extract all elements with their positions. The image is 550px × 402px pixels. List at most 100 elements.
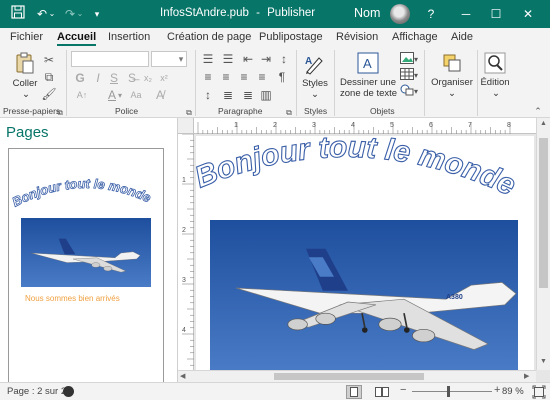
styles-dropdown-icon[interactable]: ⌄ bbox=[305, 89, 325, 100]
scroll-down-icon[interactable]: ▼ bbox=[540, 358, 547, 365]
arrange-button[interactable]: Organiser bbox=[430, 77, 474, 88]
undo-dropdown-icon[interactable]: ⌄ bbox=[48, 5, 56, 23]
scissors-icon[interactable]: ✂ bbox=[41, 53, 57, 67]
vertical-ruler[interactable]: 1 2 3 4 bbox=[178, 133, 194, 370]
draw-textbox-line2[interactable]: zone de texte bbox=[340, 88, 397, 99]
italic-button[interactable]: I bbox=[90, 71, 106, 85]
scroll-left-icon[interactable]: ◀ bbox=[180, 372, 185, 380]
dropdown-icon[interactable]: ▾ bbox=[92, 5, 102, 23]
minimize-button[interactable]: ─ bbox=[458, 5, 474, 23]
save-icon[interactable] bbox=[10, 5, 26, 23]
horizontal-ruler[interactable]: 1 2 3 4 5 6 7 8 bbox=[194, 118, 536, 134]
chevron-down-icon[interactable]: ▾ bbox=[176, 52, 186, 66]
two-page-icon[interactable] bbox=[374, 385, 390, 399]
align-center-icon[interactable]: ≡ bbox=[218, 70, 234, 84]
align-left-icon[interactable]: ≡ bbox=[200, 70, 216, 84]
justify-icon[interactable]: ≡ bbox=[254, 70, 270, 84]
clipboard-icon[interactable] bbox=[13, 51, 37, 75]
decrease-indent-icon[interactable]: ⇤ bbox=[240, 52, 256, 66]
scroll-right-icon[interactable]: ▶ bbox=[524, 372, 529, 380]
arrange-icon[interactable] bbox=[441, 52, 463, 74]
window-title: InfosStAndre.pub - Publisher bbox=[160, 7, 315, 19]
collapse-ribbon-icon[interactable]: ⌃ bbox=[533, 104, 543, 118]
maximize-button[interactable]: ☐ bbox=[488, 5, 504, 23]
page-indicator[interactable]: Page : 2 sur 2 bbox=[7, 386, 66, 397]
draw-textbox-line1[interactable]: Dessiner une bbox=[340, 77, 396, 88]
wordart-heading[interactable]: Bonjour tout le monde bbox=[190, 130, 521, 202]
chevron-down-icon[interactable]: ▾ bbox=[412, 85, 420, 99]
align-right-icon[interactable]: ≡ bbox=[236, 70, 252, 84]
font-grow-icon[interactable]: A↑ bbox=[74, 88, 90, 102]
spacing-after-icon[interactable]: ≣ bbox=[240, 88, 256, 102]
tab-creation-de-page[interactable]: Création de page bbox=[167, 31, 251, 43]
tab-insertion[interactable]: Insertion bbox=[108, 31, 150, 43]
line-spacing-icon[interactable]: ↕ bbox=[200, 88, 216, 102]
arrange-dropdown-icon[interactable]: ⌄ bbox=[442, 88, 462, 99]
tab-affichage[interactable]: Affichage bbox=[392, 31, 438, 43]
zoom-level[interactable]: 89 % bbox=[502, 386, 524, 397]
brush-icon[interactable]: 🖌 bbox=[41, 87, 57, 101]
spacing-before-icon[interactable]: ≣ bbox=[220, 88, 236, 102]
paste-button[interactable]: Coller bbox=[10, 78, 40, 89]
vertical-scrollbar[interactable]: ▲ ▼ bbox=[536, 118, 550, 370]
svg-text:A: A bbox=[363, 56, 372, 71]
user-name[interactable]: Nom bbox=[354, 6, 380, 20]
horizontal-scrollbar[interactable]: ◀ ▶ bbox=[178, 370, 536, 382]
pages-pane: Pages Bonjour tout le monde Nous sommes … bbox=[0, 118, 178, 384]
chevron-down-icon[interactable]: ▾ bbox=[116, 89, 124, 103]
ruler-label: 4 bbox=[182, 327, 186, 334]
zoom-slider-thumb[interactable] bbox=[447, 386, 450, 397]
group-label-objects: Objets bbox=[370, 106, 395, 116]
edit-dropdown-icon[interactable]: ⌄ bbox=[486, 88, 506, 99]
redo-dropdown-icon[interactable]: ⌄ bbox=[76, 5, 84, 23]
help-button[interactable]: ? bbox=[424, 5, 438, 23]
text-direction-icon[interactable]: ↕ bbox=[276, 52, 292, 66]
group-label-styles: Styles bbox=[304, 106, 328, 116]
copy-icon[interactable]: ⧉ bbox=[41, 70, 57, 84]
styles-button[interactable]: Styles bbox=[300, 78, 330, 89]
tab-aide[interactable]: Aide bbox=[451, 31, 473, 43]
chevron-down-icon[interactable]: ▾ bbox=[412, 53, 420, 67]
bullets-icon[interactable]: ☰ bbox=[200, 52, 216, 66]
chevron-down-icon[interactable]: ▾ bbox=[412, 69, 420, 83]
fit-page-icon[interactable] bbox=[532, 385, 546, 399]
tab-fichier[interactable]: Fichier bbox=[10, 31, 43, 43]
subscript-icon[interactable]: x₂ bbox=[140, 71, 156, 85]
tab-accueil[interactable]: Accueil bbox=[57, 31, 97, 46]
pilcrow-icon[interactable]: ¶ bbox=[274, 70, 290, 84]
superscript-icon[interactable]: x² bbox=[156, 71, 172, 85]
status-bar: Page : 2 sur 2 − + 89 % bbox=[0, 382, 550, 400]
single-page-icon[interactable] bbox=[346, 385, 362, 399]
strikethrough-icon[interactable]: S̶ bbox=[124, 71, 140, 85]
thumb-wordart: Bonjour tout le monde bbox=[10, 176, 154, 210]
pen-icon[interactable]: A bbox=[303, 52, 327, 76]
columns-icon[interactable]: ▥ bbox=[258, 88, 274, 102]
clear-format-icon[interactable]: A̸ bbox=[152, 88, 168, 102]
increase-indent-icon[interactable]: ⇥ bbox=[258, 52, 274, 66]
case-icon[interactable]: Aa bbox=[128, 88, 144, 102]
zoom-out-button[interactable]: − bbox=[400, 384, 406, 396]
paste-dropdown-icon[interactable]: ⌄ bbox=[16, 89, 36, 100]
vertical-scroll-thumb[interactable] bbox=[539, 138, 548, 288]
avatar[interactable] bbox=[390, 4, 410, 24]
pages-pane-title: Pages bbox=[6, 124, 49, 141]
zoom-in-button[interactable]: + bbox=[494, 384, 500, 396]
underline-button[interactable]: S bbox=[106, 71, 122, 85]
zoom-slider[interactable] bbox=[412, 391, 492, 392]
close-button[interactable]: ✕ bbox=[520, 5, 536, 23]
horizontal-scroll-thumb[interactable] bbox=[274, 373, 424, 380]
edit-button[interactable]: Édition bbox=[478, 77, 512, 88]
scroll-up-icon[interactable]: ▲ bbox=[540, 120, 547, 127]
publication-page[interactable]: Bonjour tout le monde A380 bbox=[190, 130, 534, 372]
font-name-combo[interactable] bbox=[71, 51, 149, 67]
textbox-icon[interactable]: A bbox=[356, 51, 380, 75]
record-icon[interactable] bbox=[63, 386, 74, 397]
search-icon[interactable] bbox=[484, 52, 506, 74]
ribbon-separator bbox=[66, 50, 67, 116]
tab-revision[interactable]: Révision bbox=[336, 31, 378, 43]
group-label-font: Police bbox=[115, 106, 139, 116]
bold-button[interactable]: G bbox=[72, 71, 88, 85]
page-thumbnail[interactable]: Bonjour tout le monde Nous sommes bien a… bbox=[8, 148, 164, 384]
tab-publipostage[interactable]: Publipostage bbox=[259, 31, 323, 43]
numbering-icon[interactable]: ☰ bbox=[220, 52, 236, 66]
